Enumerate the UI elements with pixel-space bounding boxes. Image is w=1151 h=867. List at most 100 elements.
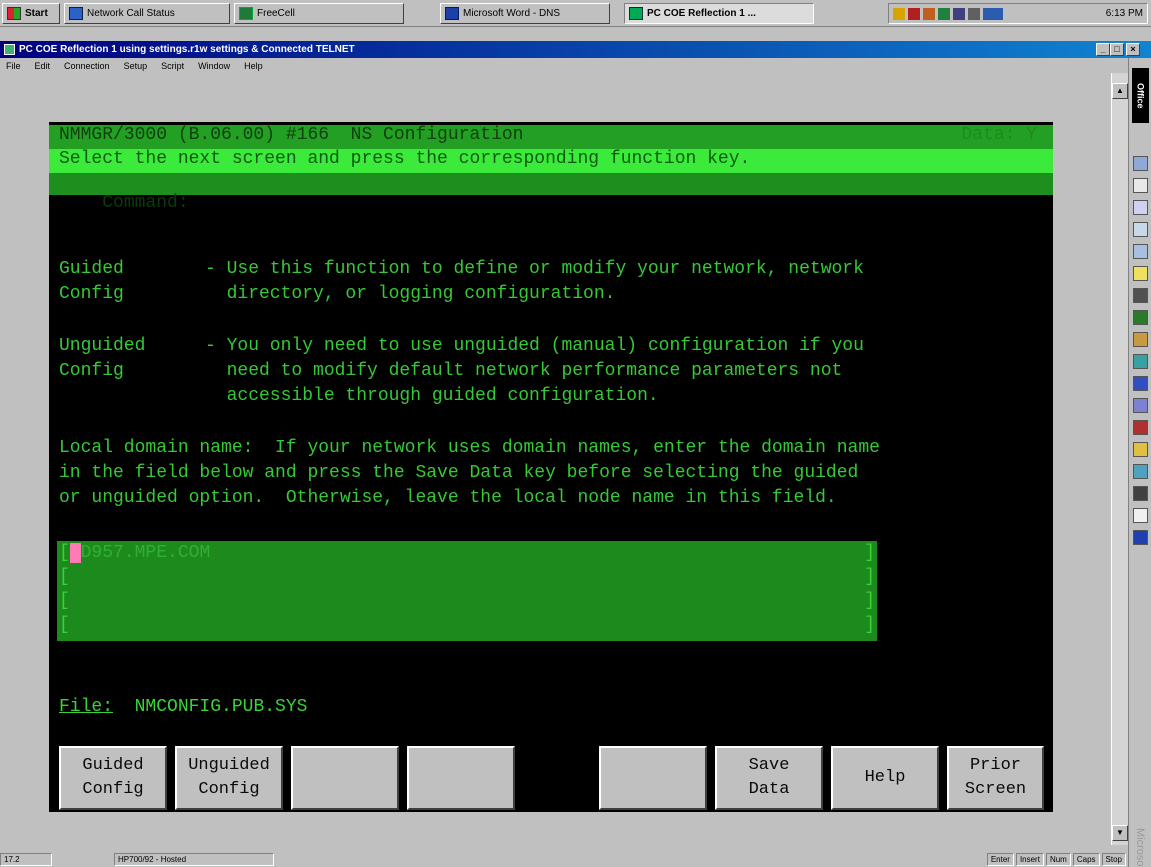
task-icon[interactable]: [1133, 222, 1148, 237]
freecell-icon: [239, 7, 253, 20]
window-title-bar[interactable]: PC COE Reflection 1 using settings.r1w s…: [0, 41, 1151, 58]
printer-icon[interactable]: [968, 7, 980, 20]
scroll-up-icon[interactable]: ▲: [1112, 83, 1128, 99]
open-document-icon[interactable]: [1133, 178, 1148, 193]
office-bar-title[interactable]: Office: [1132, 68, 1149, 123]
word-shortcut-icon[interactable]: [1133, 530, 1148, 545]
close-icon[interactable]: ×: [1126, 43, 1140, 56]
scheduler-icon[interactable]: [923, 7, 935, 20]
screen-header: NMMGR/3000 (B.06.00) #166 NS Configurati…: [49, 125, 1053, 149]
cursor-position: 17.2: [0, 853, 52, 866]
vertical-scrollbar[interactable]: ▲ ▼: [1111, 73, 1128, 845]
fkey-f2-unguided-config[interactable]: Unguided Config: [175, 746, 283, 810]
guided-desc-line: Guided - Use this function to define or m…: [59, 259, 864, 279]
windows-logo-icon: [7, 7, 21, 20]
domain-name-value: D957.MPE.COM: [80, 543, 211, 563]
unguided-desc: accessible through guided configuration.: [205, 386, 659, 406]
terminal-type: HP700/92 - Hosted: [114, 853, 274, 866]
taskbar-button-label: FreeCell: [257, 8, 295, 19]
text-cursor: E: [69, 543, 81, 563]
taskbar-button-reflection[interactable]: PC COE Reflection 1 ...: [624, 3, 814, 24]
domain-field-row[interactable]: []: [59, 615, 875, 635]
taskbar-button-label: PC COE Reflection 1 ...: [647, 8, 756, 19]
clock[interactable]: 6:13 PM: [1106, 8, 1143, 19]
unguided-key-label: Config: [59, 361, 124, 381]
guided-key-label: Guided: [59, 259, 124, 279]
domain-name-field[interactable]: [ED957.MPE.COM] [] [] []: [57, 541, 877, 641]
command-line[interactable]: Command:: [49, 173, 1053, 213]
guided-desc: directory, or logging configuration.: [205, 284, 616, 304]
scroll-down-icon[interactable]: ▼: [1112, 825, 1128, 841]
note-icon[interactable]: [1133, 266, 1148, 281]
folder-icon[interactable]: [1133, 442, 1148, 457]
menu-file[interactable]: File: [4, 61, 23, 71]
domain-help-line: in the field below and press the Save Da…: [59, 463, 859, 483]
excel-icon[interactable]: [1133, 310, 1148, 325]
powerpoint-icon[interactable]: [1133, 420, 1148, 435]
network-tray-icon[interactable]: [908, 7, 920, 20]
taskbar-button-freecell[interactable]: FreeCell: [234, 3, 404, 24]
menu-bar: File Edit Connection Setup Script Window…: [0, 58, 1130, 73]
menu-window[interactable]: Window: [196, 61, 232, 71]
terminal-screen[interactable]: NMMGR/3000 (B.06.00) #166 NS Configurati…: [49, 122, 1053, 812]
domain-field-row[interactable]: []: [59, 567, 875, 587]
display-icon[interactable]: [983, 7, 1003, 20]
fkey-f1-guided-config[interactable]: Guided Config: [59, 746, 167, 810]
document-icon[interactable]: [1133, 508, 1148, 523]
data-flag: Data: Y: [961, 125, 1037, 145]
guided-desc-line: Config directory, or logging configurati…: [59, 284, 615, 304]
status-caps: Caps: [1072, 853, 1100, 866]
appointment-icon[interactable]: [1133, 200, 1148, 215]
file-label: File:: [59, 697, 114, 717]
status-bar: 17.2 HP700/92 - Hosted Enter Insert Num …: [0, 852, 1128, 867]
command-label: Command:: [102, 193, 189, 213]
modem-icon[interactable]: [953, 7, 965, 20]
fkey-f7-help[interactable]: Help: [831, 746, 939, 810]
fkey-f3-blank[interactable]: [291, 746, 399, 810]
unguided-desc: - You only need to use unguided (manual)…: [205, 336, 864, 356]
antivirus-icon[interactable]: [938, 7, 950, 20]
status-insert: Insert: [1015, 853, 1044, 866]
taskbar-button-network-call-status[interactable]: Network Call Status: [64, 3, 230, 24]
status-num: Num: [1045, 853, 1071, 866]
unguided-desc: need to modify default network performan…: [205, 361, 843, 381]
status-enter: Enter: [986, 853, 1014, 866]
taskbar-button-label: Microsoft Word - DNS: [463, 8, 561, 19]
fkey-f8-prior-screen[interactable]: Prior Screen: [947, 746, 1044, 810]
file-line: File: NMCONFIG.PUB.SYS: [59, 697, 307, 717]
menu-help[interactable]: Help: [242, 61, 265, 71]
internet-explorer-icon[interactable]: [1133, 376, 1148, 391]
contact-icon[interactable]: [1133, 244, 1148, 259]
domain-help-line: Local domain name: If your network uses …: [59, 438, 880, 458]
start-label: Start: [25, 8, 48, 19]
network-shortcut-icon[interactable]: [1133, 464, 1148, 479]
guided-key-label: Config: [59, 284, 124, 304]
window-title: PC COE Reflection 1 using settings.r1w s…: [19, 44, 355, 55]
binder-icon[interactable]: [1133, 354, 1148, 369]
app-icon[interactable]: [4, 44, 15, 55]
menu-setup[interactable]: Setup: [122, 61, 150, 71]
minimize-icon[interactable]: _: [1096, 43, 1110, 56]
menu-connection[interactable]: Connection: [62, 61, 112, 71]
menu-script[interactable]: Script: [159, 61, 186, 71]
taskbar: Start Network Call Status FreeCell Micro…: [0, 0, 1151, 27]
speaker-icon[interactable]: [893, 7, 905, 20]
maximize-icon[interactable]: □: [1110, 43, 1124, 56]
domain-field-row[interactable]: []: [59, 591, 875, 611]
word-icon: [445, 7, 459, 20]
computer-icon[interactable]: [1133, 486, 1148, 501]
fkey-f4-blank[interactable]: [407, 746, 515, 810]
start-button[interactable]: Start: [2, 3, 60, 24]
outlook-icon[interactable]: [1133, 398, 1148, 413]
system-tray: 6:13 PM: [888, 3, 1148, 24]
settings-icon[interactable]: [1133, 288, 1148, 303]
fkey-f6-save-data[interactable]: Save Data: [715, 746, 823, 810]
menu-edit[interactable]: Edit: [33, 61, 53, 71]
fkey-f5-blank[interactable]: [599, 746, 707, 810]
new-document-icon[interactable]: [1133, 156, 1148, 171]
office-shortcut-bar: Office Microsoft: [1128, 58, 1151, 867]
microsoft-watermark: Microsoft: [1134, 828, 1146, 867]
taskbar-button-word-dns[interactable]: Microsoft Word - DNS: [440, 3, 610, 24]
access-icon[interactable]: [1133, 332, 1148, 347]
domain-field-row[interactable]: [ED957.MPE.COM]: [59, 543, 875, 563]
